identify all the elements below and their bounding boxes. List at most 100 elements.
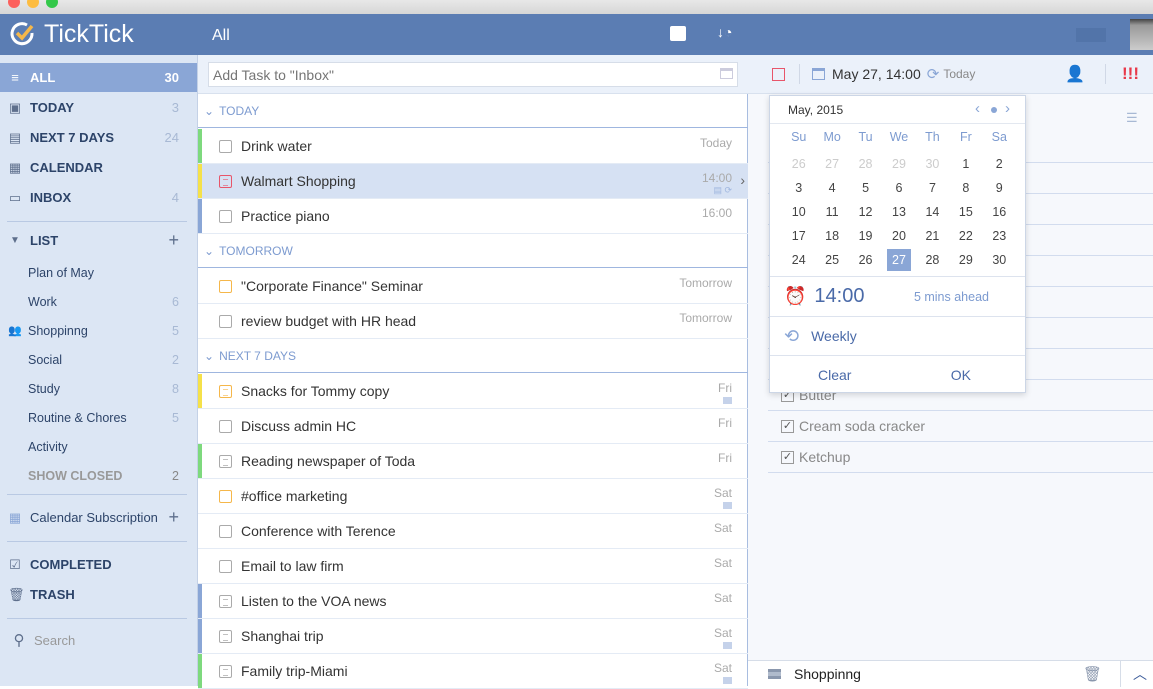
sidebar-list-item[interactable]: Social 2	[0, 345, 197, 374]
sidebar-item-next-7-days[interactable]: ▤ NEXT 7 DAYS 24	[0, 123, 197, 152]
sidebar-item-all[interactable]: ≡ ALL 30	[0, 63, 197, 92]
calendar-day[interactable]: 8	[954, 177, 977, 199]
task-row[interactable]: Listen to the VOA news Sat	[198, 584, 748, 619]
task-checkbox[interactable]	[219, 280, 232, 293]
task-row[interactable]: Walmart Shopping 14:00 ▤ ⟳ ›	[198, 164, 748, 199]
checkbox-checked-icon[interactable]: ✓	[781, 450, 794, 464]
task-checkbox[interactable]	[219, 490, 232, 503]
calendar-day[interactable]: 13	[887, 201, 910, 223]
calendar-day[interactable]: 20	[887, 225, 910, 247]
calendar-day[interactable]: 4	[820, 177, 843, 199]
complete-checkbox[interactable]	[772, 67, 785, 81]
calendar-day[interactable]: 15	[954, 201, 977, 223]
reminder-value[interactable]: 5 mins ahead	[914, 290, 989, 304]
calendar-day[interactable]: 24	[787, 249, 810, 271]
calendar-day[interactable]: 5	[854, 177, 877, 199]
calendar-day[interactable]: 21	[921, 225, 944, 247]
calendar-day[interactable]: 23	[988, 225, 1011, 247]
assign-user-icon[interactable]: 👤	[1065, 64, 1085, 84]
calendar-day[interactable]: 6	[887, 177, 910, 199]
repeat-row[interactable]: ⟲ Weekly	[770, 316, 1025, 355]
checklist-task-checkbox[interactable]	[219, 385, 232, 398]
task-row[interactable]: Snacks for Tommy copy Fri	[198, 374, 748, 409]
sidebar-item-calendar-subscription[interactable]: ▦ Calendar Subscription +	[0, 503, 197, 532]
close-window-button[interactable]	[8, 0, 20, 8]
archive-icon[interactable]	[670, 26, 686, 41]
calendar-day-selected[interactable]: 27	[887, 249, 911, 271]
section-header[interactable]: ⌄ TOMORROW	[198, 234, 748, 268]
calendar-day[interactable]: 29	[887, 153, 910, 175]
calendar-day[interactable]: 14	[921, 201, 944, 223]
task-checkbox[interactable]	[219, 525, 232, 538]
zoom-window-button[interactable]	[46, 0, 58, 8]
sidebar-list-item[interactable]: Routine & Chores 5	[0, 403, 197, 432]
calendar-day[interactable]: 27	[820, 153, 843, 175]
calendar-day[interactable]: 26	[787, 153, 810, 175]
section-header[interactable]: ⌄ NEXT 7 DAYS	[198, 339, 748, 373]
task-checkbox[interactable]	[219, 140, 232, 153]
due-date-icon[interactable]	[720, 68, 733, 79]
checklist-task-checkbox[interactable]	[219, 630, 232, 643]
show-closed-button[interactable]: SHOW CLOSED 2	[0, 461, 197, 490]
prev-month-button[interactable]: ‹	[975, 100, 980, 117]
checkbox-checked-icon[interactable]: ✓	[781, 419, 794, 433]
sort-by-time-icon[interactable]: ↓◔	[717, 24, 732, 40]
sidebar-item-today[interactable]: ▣ TODAY 3	[0, 93, 197, 122]
calendar-day[interactable]: 29	[954, 249, 977, 271]
task-checkbox[interactable]	[219, 420, 232, 433]
time-value[interactable]: 14:00	[814, 285, 864, 308]
sidebar-item-inbox[interactable]: ▭ INBOX 4	[0, 183, 197, 212]
calendar-day[interactable]: 11	[820, 201, 843, 223]
calendar-day[interactable]: 22	[954, 225, 977, 247]
add-list-button[interactable]: +	[168, 230, 179, 251]
task-checkbox[interactable]	[219, 210, 232, 223]
calendar-day[interactable]: 19	[854, 225, 877, 247]
sidebar-list-item[interactable]: Plan of May	[0, 258, 197, 287]
sidebar-item-calendar[interactable]: ▦ CALENDAR	[0, 153, 197, 182]
task-row[interactable]: #office marketing Sat	[198, 479, 748, 514]
task-list-name[interactable]: Shoppinng	[794, 666, 861, 682]
task-checkbox[interactable]	[219, 560, 232, 573]
task-row[interactable]: Discuss admin HC Fri	[198, 409, 748, 444]
calendar-day[interactable]: 16	[988, 201, 1011, 223]
list-section-header[interactable]: ▼ LIST +	[0, 226, 197, 255]
task-row[interactable]: "Corporate Finance" Seminar Tomorrow	[198, 269, 748, 304]
calendar-day[interactable]: 12	[854, 201, 877, 223]
sidebar-item-trash[interactable]: 🗑 TRASH	[0, 580, 197, 609]
next-month-button[interactable]: ›	[1005, 100, 1010, 117]
calendar-day[interactable]: 7	[921, 177, 944, 199]
delete-task-icon[interactable]: 🗑	[1083, 665, 1102, 683]
calendar-day[interactable]: 25	[820, 249, 843, 271]
task-row[interactable]: Family trip-Miami Sat	[198, 654, 748, 689]
priority-button[interactable]: !!!	[1122, 64, 1139, 84]
calendar-day[interactable]: 28	[921, 249, 944, 271]
task-row[interactable]: Email to law firm Sat	[198, 549, 748, 584]
calendar-day[interactable]: 17	[787, 225, 810, 247]
checklist-item[interactable]: ✓ Cream soda cracker	[768, 411, 1153, 442]
avatar[interactable]	[1130, 19, 1153, 50]
checklist-task-checkbox[interactable]	[219, 665, 232, 678]
clear-button[interactable]: Clear	[818, 367, 851, 383]
due-date-button[interactable]: May 27, 14:00	[832, 66, 921, 82]
chevron-up-icon[interactable]: ︿	[1133, 664, 1147, 684]
calendar-day[interactable]: 9	[988, 177, 1011, 199]
calendar-day[interactable]: 30	[921, 153, 944, 175]
add-task-input[interactable]	[208, 62, 738, 87]
today-dot-button[interactable]	[991, 107, 997, 113]
sidebar-list-item[interactable]: Study 8	[0, 374, 197, 403]
calendar-day[interactable]: 18	[820, 225, 843, 247]
minimize-window-button[interactable]	[27, 0, 39, 8]
section-header[interactable]: ⌄ TODAY	[198, 94, 748, 128]
calendar-day[interactable]: 2	[988, 153, 1011, 175]
task-row[interactable]: Reading newspaper of Toda Fri	[198, 444, 748, 479]
calendar-day[interactable]: 26	[854, 249, 877, 271]
sidebar-list-item[interactable]: Work 6	[0, 287, 197, 316]
sidebar-list-item[interactable]: 👥 Shoppinng 5	[0, 316, 197, 345]
task-row[interactable]: Shanghai trip Sat	[198, 619, 748, 654]
sidebar-item-completed[interactable]: ☑ COMPLETED	[0, 550, 197, 579]
time-row[interactable]: ⏰ 14:00 5 mins ahead	[770, 276, 1025, 316]
sidebar-list-item[interactable]: Activity	[0, 432, 197, 461]
checklist-task-checkbox[interactable]	[219, 455, 232, 468]
chevron-right-icon[interactable]: ›	[740, 172, 745, 188]
task-row[interactable]: Practice piano 16:00	[198, 199, 748, 234]
